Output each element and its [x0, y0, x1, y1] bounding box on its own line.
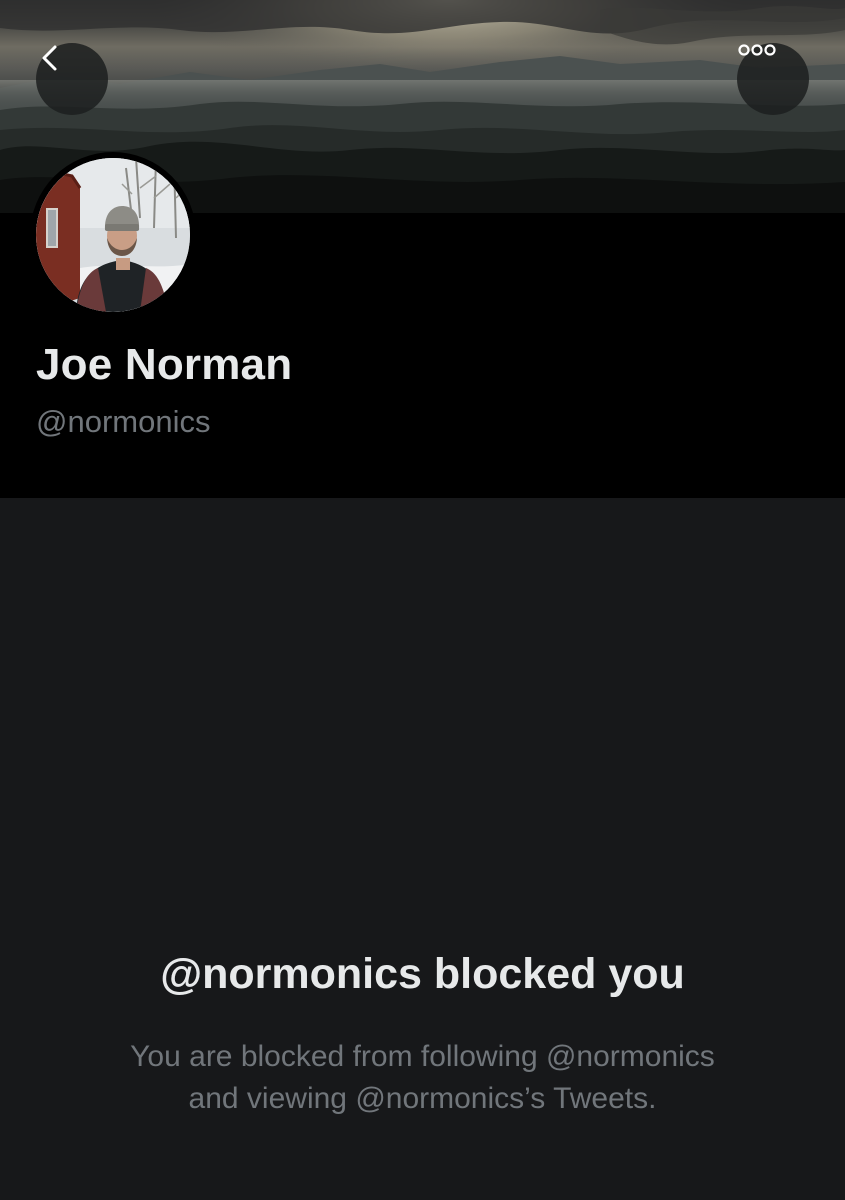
blocked-title: @normonics blocked you	[160, 950, 685, 998]
avatar-border	[30, 152, 196, 318]
blocked-description: You are blocked from following @normonic…	[60, 1036, 785, 1120]
profile-screen: Joe Norman @normonics @normonics blocked…	[0, 0, 845, 1200]
blocked-notice-panel: @normonics blocked you You are blocked f…	[0, 498, 845, 1200]
more-horizontal-icon	[738, 44, 776, 56]
avatar[interactable]	[36, 158, 190, 312]
profile-photo-image	[36, 158, 190, 312]
back-button[interactable]	[36, 43, 108, 115]
blocked-description-line: You are blocked from following @normonic…	[130, 1040, 715, 1073]
display-name: Joe Norman	[36, 340, 293, 389]
username-handle: @normonics	[36, 404, 211, 439]
more-options-button[interactable]	[737, 43, 809, 115]
chevron-left-icon	[42, 45, 57, 71]
blocked-description-line: and viewing @normonics’s Tweets.	[188, 1082, 657, 1115]
